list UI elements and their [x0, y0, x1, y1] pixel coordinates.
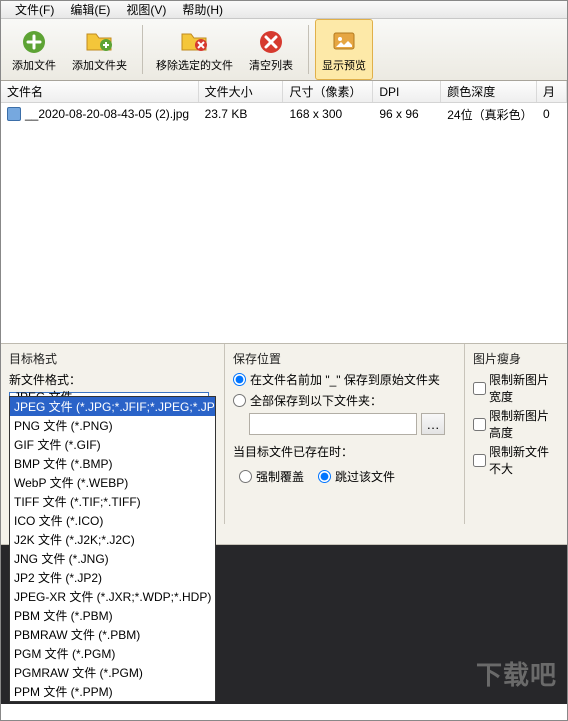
toolbar-separator-2 — [308, 25, 309, 74]
clear-icon — [256, 27, 286, 57]
add-folder-button[interactable]: 添加文件夹 — [65, 19, 134, 80]
new-format-label: 新文件格式： — [9, 371, 216, 388]
save-prefix-label: 在文件名前加 "_" 保存到原始文件夹 — [250, 371, 440, 388]
col-filesize[interactable]: 文件大小 — [199, 81, 284, 102]
limit-height-input[interactable] — [473, 418, 486, 431]
preview-icon — [329, 27, 359, 57]
file-exists-title: 当目标文件已存在时： — [233, 443, 456, 460]
format-option[interactable]: GIF 文件 (*.GIF) — [10, 435, 215, 454]
cell-filesize: 23.7 KB — [199, 107, 284, 121]
format-option[interactable]: PPMRAW 文件 (*.PPM) — [10, 701, 215, 702]
add-file-icon — [19, 27, 49, 57]
clear-list-button[interactable]: 清空列表 — [242, 19, 300, 80]
limit-width-label: 限制新图片宽度 — [489, 371, 559, 405]
save-location-title: 保存位置 — [233, 350, 456, 367]
format-option[interactable]: PNG 文件 (*.PNG) — [10, 416, 215, 435]
menubar: 文件(F) 编辑(E) 视图(V) 帮助(H) — [1, 1, 567, 19]
limit-width-check[interactable]: 限制新图片宽度 — [473, 371, 559, 405]
overwrite-label: 强制覆盖 — [256, 468, 304, 485]
settings-panels: 目标格式 新文件格式： JPEG 文件 (*.JPG;*.JFIF;*.JPEG… — [1, 343, 567, 524]
add-folder-label: 添加文件夹 — [72, 57, 127, 73]
format-option[interactable]: PPM 文件 (*.PPM) — [10, 682, 215, 701]
format-option[interactable]: ICO 文件 (*.ICO) — [10, 511, 215, 530]
show-preview-label: 显示预览 — [322, 57, 366, 73]
save-folder-label: 全部保存到以下文件夹： — [250, 392, 382, 409]
format-option[interactable]: J2K 文件 (*.J2K;*.J2C) — [10, 530, 215, 549]
format-option[interactable]: WebP 文件 (*.WEBP) — [10, 473, 215, 492]
col-colordepth[interactable]: 颜色深度 — [441, 81, 537, 102]
save-prefix-input[interactable] — [233, 373, 246, 386]
menu-help[interactable]: 帮助(H) — [174, 1, 231, 18]
format-option[interactable]: JP2 文件 (*.JP2) — [10, 568, 215, 587]
format-dropdown[interactable]: JPEG 文件 (*.JPG;*.JFIF;*.JPEG;*.JP PNG 文件… — [9, 396, 216, 702]
col-extra[interactable]: 月 — [537, 81, 567, 102]
show-preview-button[interactable]: 显示预览 — [315, 19, 373, 80]
format-option[interactable]: TIFF 文件 (*.TIF;*.TIFF) — [10, 492, 215, 511]
overwrite-radio[interactable]: 强制覆盖 — [239, 468, 304, 485]
add-files-label: 添加文件 — [12, 57, 56, 73]
format-option[interactable]: JPEG 文件 (*.JPG;*.JFIF;*.JPEG;*.JP — [10, 397, 215, 416]
save-folder-path[interactable] — [249, 413, 417, 435]
skip-radio[interactable]: 跳过该文件 — [318, 468, 395, 485]
target-format-panel: 目标格式 新文件格式： JPEG 文件 (*.JPG;*.JFIF;*.JPEG… — [1, 344, 225, 524]
menu-edit[interactable]: 编辑(E) — [62, 1, 118, 18]
remove-selected-label: 移除选定的文件 — [156, 57, 233, 73]
clear-list-label: 清空列表 — [249, 57, 293, 73]
save-folder-input[interactable] — [233, 394, 246, 407]
cell-extra: 0 — [537, 107, 567, 121]
menu-file[interactable]: 文件(F) — [7, 1, 62, 18]
remove-file-icon — [180, 27, 210, 57]
target-format-title: 目标格式 — [9, 350, 216, 367]
format-option[interactable]: PGM 文件 (*.PGM) — [10, 644, 215, 663]
skip-label: 跳过该文件 — [335, 468, 395, 485]
image-file-icon — [7, 107, 21, 121]
add-folder-icon — [85, 27, 115, 57]
remove-selected-button[interactable]: 移除选定的文件 — [149, 19, 240, 80]
format-option[interactable]: JNG 文件 (*.JNG) — [10, 549, 215, 568]
limit-size-check[interactable]: 限制新文件不大 — [473, 443, 559, 477]
col-filename[interactable]: 文件名 — [1, 81, 199, 102]
format-option[interactable]: PBMRAW 文件 (*.PBM) — [10, 625, 215, 644]
cell-colordepth: 24位（真彩色） — [441, 106, 537, 123]
file-list-header: 文件名 文件大小 尺寸（像素） DPI 颜色深度 月 — [1, 81, 567, 103]
cell-dpi: 96 x 96 — [373, 107, 441, 121]
format-option[interactable]: JPEG-XR 文件 (*.JXR;*.WDP;*.HDP) — [10, 587, 215, 606]
save-prefix-radio[interactable]: 在文件名前加 "_" 保存到原始文件夹 — [233, 371, 456, 388]
limit-size-input[interactable] — [473, 454, 486, 467]
toolbar-separator — [142, 25, 143, 74]
add-files-button[interactable]: 添加文件 — [5, 19, 63, 80]
cell-filename: __2020-08-20-08-43-05 (2).jpg — [25, 107, 189, 121]
save-folder-radio[interactable]: 全部保存到以下文件夹： — [233, 392, 456, 409]
watermark-text: 下载吧 — [476, 655, 557, 692]
save-location-panel: 保存位置 在文件名前加 "_" 保存到原始文件夹 全部保存到以下文件夹： … 当… — [225, 344, 465, 524]
limit-height-label: 限制新图片高度 — [489, 407, 559, 441]
file-list[interactable]: __2020-08-20-08-43-05 (2).jpg 23.7 KB 16… — [1, 103, 567, 343]
browse-button[interactable]: … — [421, 413, 445, 435]
cell-dimensions: 168 x 300 — [283, 107, 373, 121]
limit-size-label: 限制新文件不大 — [489, 443, 559, 477]
limit-height-check[interactable]: 限制新图片高度 — [473, 407, 559, 441]
toolbar: 添加文件 添加文件夹 移除选定的文件 清空列表 显示预览 — [1, 19, 567, 81]
col-dpi[interactable]: DPI — [373, 81, 441, 102]
limit-width-input[interactable] — [473, 382, 486, 395]
skip-input[interactable] — [318, 470, 331, 483]
format-option[interactable]: PBM 文件 (*.PBM) — [10, 606, 215, 625]
format-option[interactable]: PGMRAW 文件 (*.PGM) — [10, 663, 215, 682]
overwrite-input[interactable] — [239, 470, 252, 483]
table-row[interactable]: __2020-08-20-08-43-05 (2).jpg 23.7 KB 16… — [1, 103, 567, 125]
format-option[interactable]: BMP 文件 (*.BMP) — [10, 454, 215, 473]
menu-view[interactable]: 视图(V) — [118, 1, 174, 18]
image-slim-panel: 图片瘦身 限制新图片宽度 限制新图片高度 限制新文件不大 — [465, 344, 567, 524]
col-dimensions[interactable]: 尺寸（像素） — [283, 81, 373, 102]
ellipsis-icon: … — [426, 417, 439, 432]
image-slim-title: 图片瘦身 — [473, 350, 559, 367]
